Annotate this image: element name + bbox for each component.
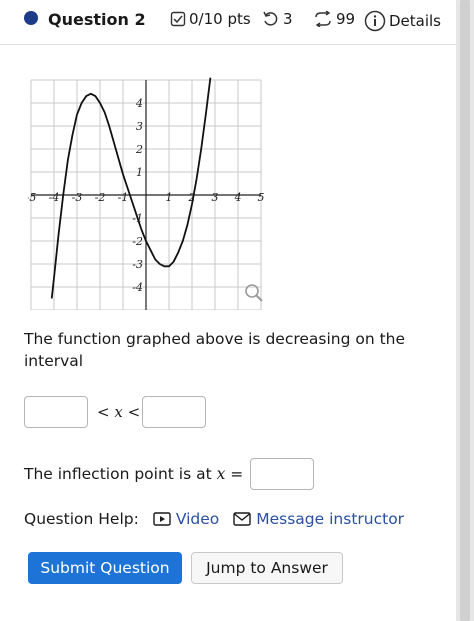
x-tick-label: 5 [258,191,265,204]
info-icon [364,10,386,32]
tries-text: 3 [283,10,293,28]
envelope-icon [233,512,251,526]
undo-icon [263,11,278,26]
video-label: Video [175,510,220,528]
inflection-prompt: The inflection point is at x = [24,465,243,483]
function-graph: -5-4-3-2-1123454321-1-2-3-4 [28,77,265,310]
question-prompt: The function graphed above is decreasing… [24,330,406,370]
submissions-text: 99 [336,10,356,28]
inflection-text: The inflection point is at [24,465,212,483]
x-tick-label: -2 [95,191,106,204]
points-meta: 0/10 pts [170,10,251,28]
question-help: Question Help: Video Message instructor [24,510,404,528]
x-tick-label: -3 [72,191,83,204]
submit-question-button[interactable]: Submit Question [28,552,182,584]
video-icon [153,512,171,526]
question-title: Question 2 [48,10,146,29]
y-tick-label: -4 [132,281,143,294]
help-label: Question Help: [24,510,139,528]
inequality-text: < x < [97,403,140,421]
y-tick-label: 3 [136,120,143,133]
x-tick-label: -5 [28,191,36,204]
checkbox-icon [170,11,186,27]
details-label: Details [389,12,442,30]
scrollbar[interactable] [456,0,474,621]
points-text: 0/10 pts [189,10,251,28]
video-link[interactable]: Video [153,510,219,528]
interval-end-input[interactable] [142,396,206,428]
message-label: Message instructor [256,510,405,528]
scrollbar-thumb[interactable] [460,0,470,621]
message-instructor-link[interactable]: Message instructor [233,510,404,528]
x-tick-label: 1 [166,191,173,204]
y-tick-label: -3 [132,258,143,271]
submissions-meta: 99 [313,10,355,28]
x-tick-label: 4 [234,191,242,204]
y-tick-label: -2 [132,235,143,248]
function-curve [50,77,212,299]
inflection-input[interactable] [250,458,314,490]
inflection-variable: x [216,465,226,483]
x-tick-label: 3 [212,191,219,204]
inequality-lt-2: < [127,403,141,421]
question-header: Question 2 0/10 pts 3 99 Details [0,0,456,45]
inequality-variable: x [114,403,123,421]
inequality-lt-1: < [97,403,110,421]
y-tick-label: 1 [136,166,143,179]
retry-arrows-icon [315,11,331,27]
tries-meta: 3 [262,10,293,28]
y-tick-label: 4 [135,97,143,110]
inflection-equals: = [230,465,244,483]
x-tick-label: -1 [118,191,129,204]
jump-to-answer-button[interactable]: Jump to Answer [191,552,343,584]
y-tick-label: 2 [135,143,143,156]
question-status-dot [24,11,38,25]
details-button[interactable]: Details [364,10,441,32]
x-tick-label: -4 [49,191,60,204]
interval-start-input[interactable] [24,396,88,428]
